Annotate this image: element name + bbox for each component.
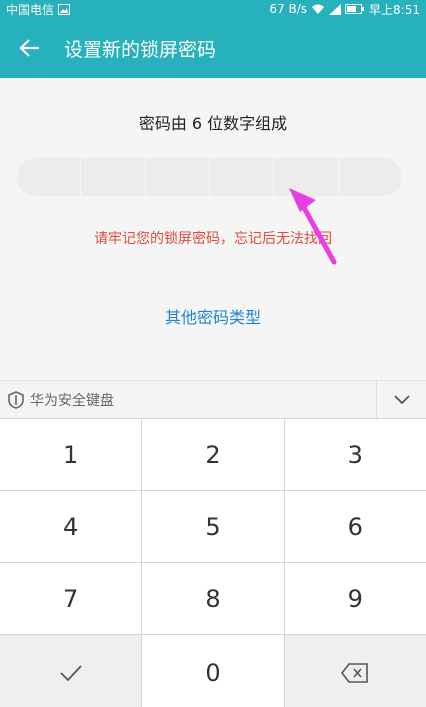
pin-slot: [81, 158, 146, 196]
wifi-icon: [311, 4, 325, 15]
key-5[interactable]: 5: [142, 491, 284, 562]
keyboard-brand-label: 华为安全键盘: [30, 392, 114, 409]
keyboard-header: 华为安全键盘: [0, 380, 426, 419]
warning-text: 请牢记您的锁屏密码，忘记后无法找回: [94, 231, 332, 247]
password-setup-panel: 密码由 6 位数字组成 请牢记您的锁屏密码，忘记后无法找回 其他密码类型: [0, 78, 426, 380]
battery-icon: [345, 4, 365, 14]
pin-input[interactable]: [17, 158, 402, 196]
collapse-keyboard-button[interactable]: [376, 380, 426, 419]
image-notification-icon: [58, 3, 71, 15]
key-3[interactable]: 3: [284, 419, 426, 490]
arrow-left-icon: [19, 39, 39, 57]
backspace-key[interactable]: [284, 635, 426, 707]
confirm-key[interactable]: [0, 635, 142, 707]
app-bar: 设置新的锁屏密码: [0, 18, 426, 78]
other-password-type-link[interactable]: 其他密码类型: [0, 304, 426, 328]
pin-slot: [274, 158, 339, 196]
pin-slot: [146, 158, 210, 196]
clock: 早上8:51: [369, 2, 420, 17]
pin-slot: [339, 158, 402, 196]
chevron-down-icon: [393, 394, 410, 404]
pin-slot: [17, 158, 82, 196]
backspace-icon: [341, 663, 369, 683]
shield-icon: [8, 390, 24, 409]
checkmark-icon: [60, 665, 82, 682]
key-2[interactable]: 2: [142, 419, 284, 490]
page-title: 设置新的锁屏密码: [64, 38, 217, 61]
key-9[interactable]: 9: [284, 563, 426, 634]
carrier-label: 中国电信: [6, 2, 55, 17]
status-bar: 中国电信 67 B/s 早上8:51: [0, 0, 426, 18]
back-button[interactable]: [0, 18, 60, 78]
key-7[interactable]: 7: [0, 563, 142, 634]
key-0[interactable]: 0: [142, 635, 284, 707]
signal-icon: [329, 3, 342, 15]
key-6[interactable]: 6: [284, 491, 426, 562]
pin-slot: [210, 158, 275, 196]
key-1[interactable]: 1: [0, 419, 142, 490]
network-speed: 67 B/s: [269, 2, 308, 16]
key-4[interactable]: 4: [0, 491, 142, 562]
key-8[interactable]: 8: [142, 563, 284, 634]
password-rule-text: 密码由 6 位数字组成: [138, 114, 288, 133]
numeric-keypad: 1 2 3 4 5 6 7 8 9 0: [0, 418, 426, 707]
